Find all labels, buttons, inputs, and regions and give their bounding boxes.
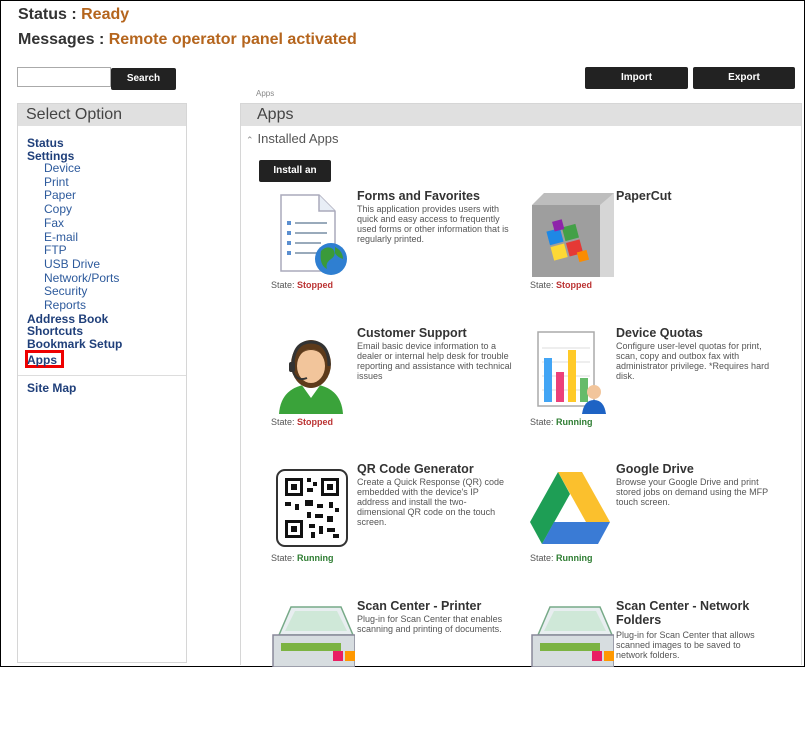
app-card-forms-favorites[interactable]: Forms and Favorites This application pro… [261,189,511,321]
app-state: State: Running [530,553,593,563]
sidebar-nav: Status Settings Device Print Paper Copy … [27,137,122,350]
sidebar-item-paper[interactable]: Paper [27,189,122,203]
state-value: Running [297,553,334,563]
sidebar-item-reports[interactable]: Reports [27,298,122,313]
app-state: State: Stopped [271,280,333,290]
page-title: Apps [241,104,801,126]
app-title: Scan Center - Network Folders [616,599,750,627]
state-value: Running [556,417,593,427]
search-input[interactable] [17,67,111,87]
sidebar-item-email[interactable]: E-mail [27,230,122,245]
app-title: Customer Support [357,326,467,340]
state-label: State: [271,553,295,563]
installed-apps-label: Installed Apps [257,131,339,146]
sidebar-item-site-map[interactable]: Site Map [27,381,76,395]
import-configuration-button[interactable]: Import Configuration [585,67,688,105]
app-card-device-quotas[interactable]: Device Quotas Configure user-level quota… [520,326,770,458]
device-quotas-icon [530,328,610,414]
sidebar-item-fax[interactable]: Fax [27,216,122,231]
app-description: This application provides users with qui… [357,204,509,244]
main-panel: Apps ⌃ Installed Apps Install an app Form… [240,103,802,668]
sidebar-divider [18,375,186,376]
status-line: Status : Ready [18,6,129,24]
messages-value: Remote operator panel activated [108,31,357,48]
app-state: State: Stopped [271,417,333,427]
sidebar-item-apps[interactable]: Apps [27,354,57,366]
sidebar-heading: Select Option [18,104,186,126]
status-label: Status : [18,6,77,23]
chevron-up-icon: ⌃ [246,135,254,145]
sidebar-item-status[interactable]: Status [27,137,122,150]
state-label: State: [530,280,554,290]
state-label: State: [271,417,295,427]
app-card-scan-center-printer[interactable]: Scan Center - Printer Plug-in for Scan C… [261,599,511,731]
sidebar-item-usb-drive[interactable]: USB Drive [27,257,122,272]
forms-favorites-icon [271,191,351,277]
state-label: State: [271,280,295,290]
search-button[interactable]: Search [111,68,176,90]
sidebar-item-security[interactable]: Security [27,285,122,299]
app-description: Plug-in for Scan Center that enables sca… [357,614,503,634]
app-state: State: Running [530,417,593,427]
app-card-papercut[interactable]: PaperCut State: Stopped [520,189,770,321]
state-value: Stopped [556,280,593,290]
sidebar-item-ftp[interactable]: FTP [27,244,122,258]
sidebar-item-network-ports[interactable]: Network/Ports [27,271,122,286]
state-value: Stopped [297,417,334,427]
sidebar-item-device[interactable]: Device [27,161,122,176]
installed-apps-toggle[interactable]: ⌃ Installed Apps [246,131,339,146]
app-description: Configure user-level quotas for print, s… [616,341,770,381]
breadcrumb: Apps [256,89,275,98]
app-state: State: Running [271,553,334,563]
sidebar: Select Option Status Settings Device Pri… [17,103,187,663]
sidebar-item-copy[interactable]: Copy [27,202,122,217]
export-configuration-button[interactable]: Export Configuration [693,67,795,105]
app-card-google-drive[interactable]: Google Drive Browse your Google Drive an… [520,462,770,594]
sidebar-item-shortcuts[interactable]: Shortcuts [27,325,122,338]
app-title: Forms and Favorites [357,189,480,203]
state-value: Stopped [297,280,334,290]
app-card-customer-support[interactable]: Customer Support Email basic device info… [261,326,512,458]
google-drive-icon [530,464,610,550]
qr-code-icon [271,464,351,550]
app-title: Device Quotas [616,326,703,340]
sidebar-item-print[interactable]: Print [27,175,122,190]
app-title: QR Code Generator [357,462,474,476]
install-app-button[interactable]: Install an app [259,160,331,198]
app-description: Plug-in for Scan Center that allows scan… [616,630,755,660]
sidebar-item-bookmark-setup[interactable]: Bookmark Setup [27,338,122,351]
state-value: Running [556,553,593,563]
app-card-scan-center-network-folders[interactable]: Scan Center - Network Folders Plug-in fo… [520,599,770,731]
state-label: State: [530,553,554,563]
app-title: PaperCut [616,189,672,203]
app-title: Google Drive [616,462,694,476]
app-description: Browse your Google Drive and print store… [616,477,768,507]
app-card-qr-code-generator[interactable]: QR Code Generator Create a Quick Respons… [261,462,511,594]
app-state: State: Stopped [530,280,592,290]
papercut-icon [530,191,614,277]
app-description: Email basic device information to a deal… [357,341,512,381]
status-value: Ready [81,6,130,23]
scanner-icon [271,601,356,687]
app-title: Scan Center - Printer [357,599,482,613]
app-description: Create a Quick Response (QR) code embedd… [357,477,505,527]
scanner-icon [530,601,615,687]
state-label: State: [530,417,554,427]
messages-label: Messages : [18,31,105,48]
customer-support-icon [271,328,351,414]
messages-line: Messages : Remote operator panel activat… [18,31,357,49]
